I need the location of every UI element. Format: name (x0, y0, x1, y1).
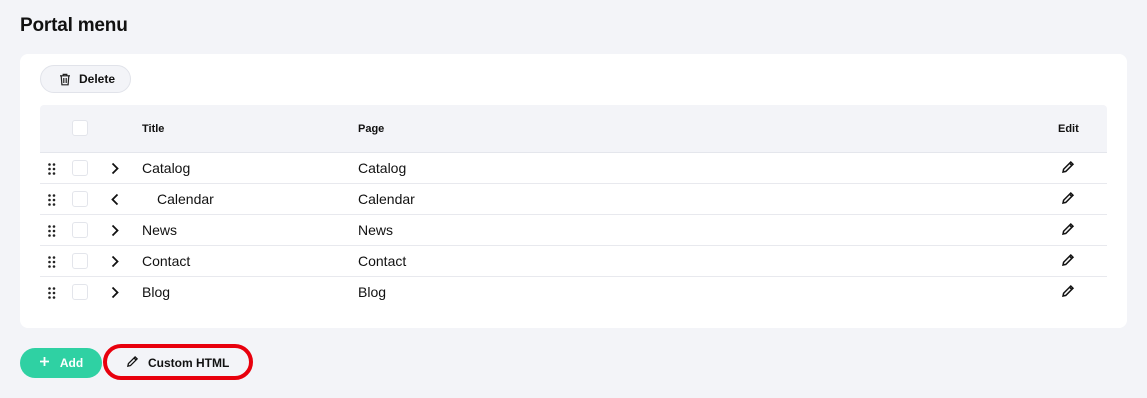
table-row: Catalog Catalog (40, 153, 1107, 184)
drag-handle-icon[interactable] (48, 224, 56, 242)
row-page: News (358, 222, 394, 238)
row-page: Blog (358, 284, 387, 300)
add-button-label: Add (59, 356, 84, 370)
row-title: Blog (142, 284, 171, 300)
page-title: Portal menu (20, 15, 128, 36)
drag-handle-icon[interactable] (48, 193, 56, 211)
column-header-title: Title (142, 123, 165, 135)
column-header-edit: Edit (1058, 123, 1079, 135)
edit-pencil-icon[interactable] (1061, 253, 1075, 272)
table-header: Title Page Edit (40, 105, 1107, 153)
table-row: Contact Contact (40, 246, 1107, 277)
row-title: Calendar (157, 191, 214, 207)
table-row: Calendar Calendar (40, 184, 1107, 215)
row-page: Contact (358, 253, 407, 269)
delete-button[interactable]: Delete (40, 65, 132, 93)
row-title: Catalog (142, 160, 191, 176)
column-header-page: Page (358, 123, 385, 135)
row-title: Contact (142, 253, 191, 269)
menu-table: Title Page Edit Catalog Catalog Calendar… (40, 105, 1107, 308)
chevron-right-icon[interactable] (111, 162, 119, 180)
row-page: Calendar (358, 191, 415, 207)
chevron-left-icon[interactable] (111, 193, 119, 211)
trash-icon (59, 73, 71, 86)
row-page: Catalog (358, 160, 407, 176)
delete-button-label: Delete (79, 72, 116, 86)
row-checkbox[interactable] (72, 284, 88, 300)
plus-icon (39, 356, 50, 370)
row-checkbox[interactable] (72, 253, 88, 269)
table-row: News News (40, 215, 1107, 246)
pencil-icon (126, 355, 139, 371)
menu-card: Delete Title Page Edit Catalog Catalog C… (20, 54, 1127, 328)
row-checkbox[interactable] (72, 222, 88, 238)
row-checkbox[interactable] (72, 160, 88, 176)
edit-pencil-icon[interactable] (1061, 160, 1075, 179)
drag-handle-icon[interactable] (48, 286, 56, 304)
custom-html-button[interactable]: Custom HTML (110, 348, 244, 378)
row-checkbox[interactable] (72, 191, 88, 207)
add-button[interactable]: Add (20, 348, 102, 378)
custom-html-button-label: Custom HTML (148, 356, 230, 370)
drag-handle-icon[interactable] (48, 255, 56, 273)
chevron-right-icon[interactable] (111, 224, 119, 242)
edit-pencil-icon[interactable] (1061, 222, 1075, 241)
chevron-right-icon[interactable] (111, 286, 119, 304)
table-row: Blog Blog (40, 277, 1107, 308)
chevron-right-icon[interactable] (111, 255, 119, 273)
edit-pencil-icon[interactable] (1061, 191, 1075, 210)
select-all-checkbox[interactable] (72, 120, 88, 136)
row-title: News (142, 222, 178, 238)
drag-handle-icon[interactable] (48, 162, 56, 180)
edit-pencil-icon[interactable] (1061, 284, 1075, 303)
